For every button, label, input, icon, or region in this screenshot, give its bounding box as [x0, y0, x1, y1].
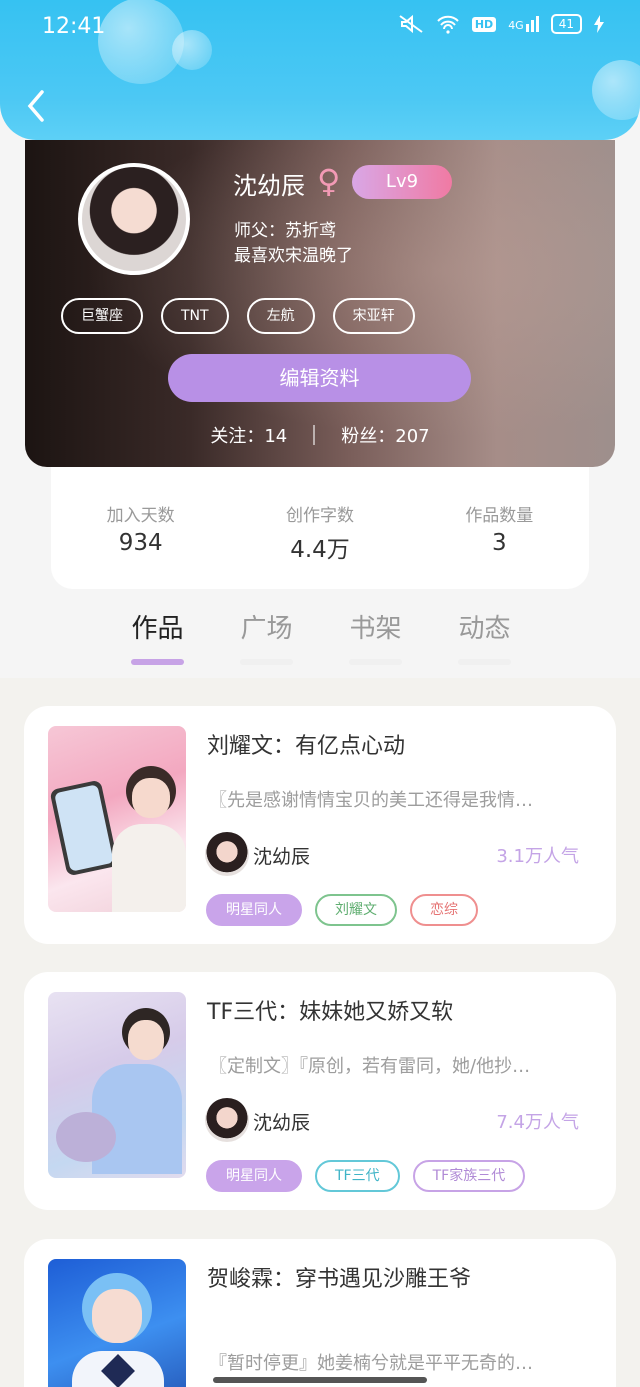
divider — [313, 425, 316, 445]
work-cover-image[interactable] — [48, 726, 186, 912]
network-type: 4G — [508, 19, 524, 32]
profile-tag[interactable]: 宋亚轩 — [332, 298, 415, 334]
stat-value: 934 — [118, 530, 163, 556]
work-title[interactable]: TF三代：妹妹她又娇又软 — [207, 994, 453, 1026]
tab-square[interactable]: 广场 — [212, 608, 321, 665]
work-cover-image[interactable] — [48, 1259, 186, 1387]
work-tag[interactable]: TF三代 — [315, 1160, 400, 1192]
profile-tag[interactable]: 左航 — [246, 298, 315, 334]
edit-profile-button[interactable]: 编辑资料 — [168, 354, 471, 402]
tab-works[interactable]: 作品 — [103, 608, 212, 665]
tab-label: 广场 — [240, 614, 293, 644]
status-time: 12:41 — [42, 14, 106, 39]
work-tag[interactable]: TF家族三代 — [412, 1160, 526, 1192]
work-description: 〖定制文〗『原创，若有雷同，她/他抄… — [209, 1056, 531, 1077]
work-popularity: 7.4万人气 — [496, 1112, 579, 1133]
work-title[interactable]: 刘耀文：有亿点心动 — [207, 728, 405, 760]
work-tag[interactable]: 明星同人 — [206, 894, 302, 926]
fans-count[interactable]: 粉丝：207 — [341, 422, 429, 448]
work-card[interactable]: 刘耀文：有亿点心动 〖先是感谢情情宝贝的美工还得是我情… 沈幼辰 3.1万人气 … — [24, 706, 616, 944]
stat-label: 加入天数 — [106, 506, 175, 526]
profile-tag[interactable]: TNT — [161, 298, 229, 334]
work-description: 『暂时停更』她姜楠兮就是平平无奇的… — [209, 1353, 533, 1374]
following-count[interactable]: 关注：14 — [210, 422, 287, 448]
tab-bookshelf[interactable]: 书架 — [321, 608, 430, 665]
author-avatar — [205, 832, 249, 876]
wifi-icon — [437, 15, 459, 34]
work-card[interactable]: TF三代：妹妹她又娇又软 〖定制文〗『原创，若有雷同，她/他抄… 沈幼辰 7.4… — [24, 972, 616, 1210]
tab-label: 动态 — [458, 614, 511, 644]
stat-value: 4.4万 — [290, 537, 350, 563]
work-cover-image[interactable] — [48, 992, 186, 1178]
mute-icon — [399, 14, 423, 34]
profile-tags: 巨蟹座 TNT 左航 宋亚轩 — [61, 298, 415, 334]
bubble-decoration — [98, 0, 184, 84]
app-top-bar: 12:41 HD 4G 41 — [0, 0, 640, 140]
stats-panel: 加入天数 934 创作字数 4.4万 作品数量 3 — [51, 467, 589, 589]
status-icons: HD 4G 41 — [398, 14, 604, 34]
stat-join-days: 加入天数 934 — [51, 467, 230, 589]
tab-activity[interactable]: 动态 — [430, 608, 539, 665]
work-tags: 明星同人 刘耀文 恋综 — [206, 894, 478, 926]
avatar[interactable] — [78, 163, 190, 275]
profile-tag[interactable]: 巨蟹座 — [61, 298, 143, 334]
female-icon: ♀ — [317, 162, 341, 200]
author-avatar — [205, 1098, 249, 1142]
work-tag[interactable]: 刘耀文 — [315, 894, 397, 926]
home-indicator[interactable] — [213, 1377, 427, 1383]
favorite-text: 最喜欢宋温晚了 — [234, 246, 353, 266]
work-author: 沈幼辰 — [253, 1112, 311, 1134]
work-tags: 明星同人 TF三代 TF家族三代 — [206, 1160, 526, 1192]
work-tag[interactable]: 明星同人 — [206, 1160, 302, 1192]
work-title[interactable]: 贺峻霖：穿书遇见沙雕王爷 — [207, 1261, 471, 1293]
level-badge: Lv9 — [352, 165, 452, 199]
charging-icon — [594, 15, 604, 33]
back-arrow-icon[interactable] — [22, 88, 52, 124]
bubble-decoration — [592, 60, 640, 120]
work-card[interactable]: 贺峻霖：穿书遇见沙雕王爷 『暂时停更』她姜楠兮就是平平无奇的… — [24, 1239, 616, 1387]
stat-word-count: 创作字数 4.4万 — [230, 467, 409, 589]
stat-value: 3 — [492, 530, 507, 556]
hd-badge: HD — [471, 16, 497, 32]
stat-label: 创作字数 — [285, 506, 354, 526]
work-popularity: 3.1万人气 — [496, 846, 579, 867]
tab-underline — [240, 659, 293, 665]
stat-works-count: 作品数量 3 — [410, 467, 589, 589]
follow-stats: 关注：14 粉丝：207 — [25, 422, 615, 448]
battery-icon: 41 — [550, 14, 582, 34]
profile-name: 沈幼辰 — [233, 172, 305, 200]
master-text: 师父：苏折鸢 — [234, 221, 336, 241]
tab-underline — [458, 659, 511, 665]
bubble-decoration — [172, 30, 212, 70]
work-author: 沈幼辰 — [253, 846, 311, 868]
signal-icon: 4G — [508, 16, 539, 32]
work-tag[interactable]: 恋综 — [410, 894, 478, 926]
work-description: 〖先是感谢情情宝贝的美工还得是我情… — [209, 790, 533, 811]
tab-underline — [349, 659, 402, 665]
profile-card: 沈幼辰 ♀ Lv9 师父：苏折鸢 最喜欢宋温晚了 巨蟹座 TNT 左航 宋亚轩 … — [25, 140, 615, 467]
tab-underline — [131, 659, 184, 665]
tab-label: 作品 — [131, 614, 184, 644]
tab-label: 书架 — [349, 614, 402, 644]
tab-bar: 作品 广场 书架 动态 — [103, 608, 539, 665]
stat-label: 作品数量 — [465, 506, 534, 526]
